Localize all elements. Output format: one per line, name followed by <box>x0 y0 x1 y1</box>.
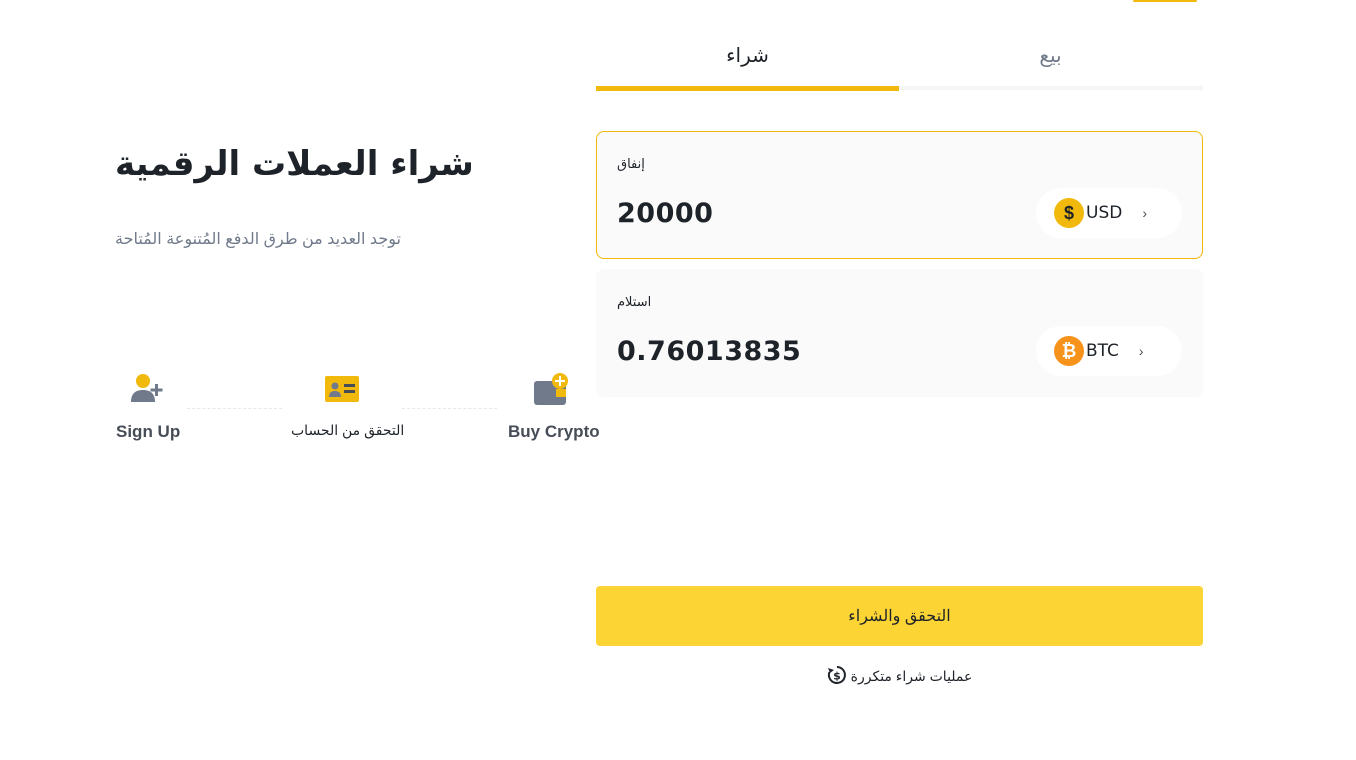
page-subtitle: توجد العديد من طرق الدفع المُتنوعة المُت… <box>115 231 401 248</box>
svg-text:$: $ <box>833 669 841 682</box>
verify-and-buy-button[interactable]: التحقق والشراء <box>596 586 1203 646</box>
top-accent-bar <box>1133 0 1197 2</box>
spend-label: إنفاق <box>617 156 645 171</box>
tab-active-indicator <box>596 86 899 91</box>
page-title: شراء العملات الرقمية <box>115 144 474 184</box>
step-connector <box>402 408 497 409</box>
step-label-sign-up: Sign Up <box>116 422 181 441</box>
recurring-buy-label: عمليات شراء متكررة <box>850 667 973 684</box>
bitcoin-icon: ₿ <box>1054 336 1084 366</box>
step-label-verify: التحقق من الحساب <box>291 422 405 438</box>
recurring-dollar-icon: $ <box>827 665 847 688</box>
spend-amount-input[interactable] <box>617 198 997 229</box>
buy-sell-tabs: شراء بيع <box>596 30 1203 92</box>
spend-card: إنفاق $ USD › <box>596 131 1203 259</box>
recurring-buy-link[interactable]: عمليات شراء متكررة $ <box>596 664 1203 688</box>
receive-currency-select[interactable]: ₿ BTC › <box>1036 326 1182 376</box>
receive-card: استلام ₿ BTC › <box>596 269 1203 397</box>
page: شراء العملات الرقمية توجد العديد من طرق … <box>0 0 1356 760</box>
wallet-icon <box>534 372 568 406</box>
receive-label: استلام <box>617 294 652 309</box>
add-user-icon <box>130 372 164 406</box>
dollar-coin-icon: $ <box>1054 198 1084 228</box>
tab-sell[interactable]: بيع <box>899 30 1202 92</box>
receive-currency-code: BTC <box>1086 341 1119 361</box>
receive-amount-input[interactable] <box>617 336 997 367</box>
step-label-buy-crypto: Buy Crypto <box>508 422 600 441</box>
chevron-right-icon: › <box>1142 205 1147 221</box>
chevron-right-icon: › <box>1138 343 1144 359</box>
spend-currency-code: USD <box>1086 203 1123 223</box>
step-connector <box>187 408 282 409</box>
onboarding-steps: Sign Up التحقق من الحساب Buy Crypto <box>110 372 600 452</box>
spend-currency-select[interactable]: $ USD › <box>1036 188 1182 238</box>
id-card-icon <box>325 372 359 406</box>
tab-buy[interactable]: شراء <box>596 30 899 92</box>
